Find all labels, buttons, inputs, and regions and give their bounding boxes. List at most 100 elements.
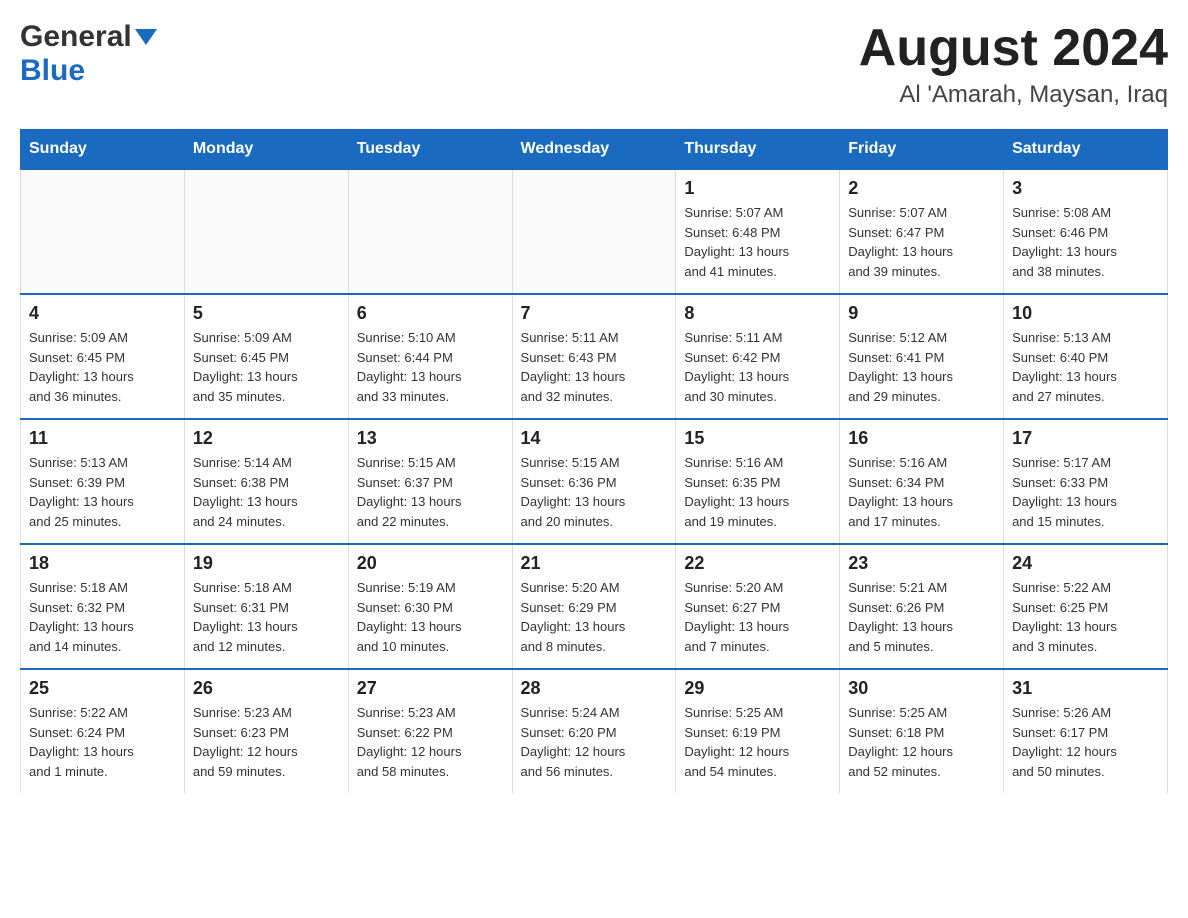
day-info: Sunrise: 5:07 AM Sunset: 6:48 PM Dayligh… — [684, 203, 831, 281]
day-number: 16 — [848, 428, 995, 449]
calendar-cell: 24Sunrise: 5:22 AM Sunset: 6:25 PM Dayli… — [1004, 544, 1168, 669]
day-of-week-sunday: Sunday — [21, 130, 185, 170]
calendar-cell: 20 Sunrise: 5:19 AM Sunset: 6:30 PM Dayli… — [348, 544, 512, 669]
day-number: 14 — [521, 428, 668, 449]
day-number: 13 — [357, 428, 504, 449]
day-info: Sunrise: 5:16 AM Sunset: 6:35 PM Dayligh… — [684, 453, 831, 531]
day-info: Sunrise: 5:09 AM Sunset: 6:45 PM Dayligh… — [29, 328, 176, 406]
day-number: 1 — [684, 178, 831, 199]
day-info: Sunrise: 5:23 AM Sunset: 6:23 PM Dayligh… — [193, 703, 340, 781]
day-number: 8 — [684, 303, 831, 324]
day-info: Sunrise: 5:09 AM Sunset: 6:45 PM Dayligh… — [193, 328, 340, 406]
day-number: 30 — [848, 678, 995, 699]
day-info: Sunrise: 5:12 AM Sunset: 6:41 PM Dayligh… — [848, 328, 995, 406]
calendar-cell — [184, 169, 348, 294]
day-info: Sunrise: 5:18 AM Sunset: 6:32 PM Dayligh… — [29, 578, 176, 656]
day-info: Sunrise: 5:11 AM Sunset: 6:43 PM Dayligh… — [521, 328, 668, 406]
calendar-cell: 5 Sunrise: 5:09 AM Sunset: 6:45 PM Daylig… — [184, 294, 348, 419]
calendar-cell: 18 Sunrise: 5:18 AM Sunset: 6:32 PM Dayli… — [21, 544, 185, 669]
calendar-cell: 14 Sunrise: 5:15 AM Sunset: 6:36 PM Dayli… — [512, 419, 676, 544]
day-info: Sunrise: 5:21 AM Sunset: 6:26 PM Dayligh… — [848, 578, 995, 656]
logo: General Blue — [20, 20, 157, 88]
day-of-week-tuesday: Tuesday — [348, 130, 512, 170]
day-number: 27 — [357, 678, 504, 699]
day-of-week-monday: Monday — [184, 130, 348, 170]
day-number: 20 — [357, 553, 504, 574]
day-info: Sunrise: 5:18 AM Sunset: 6:31 PM Dayligh… — [193, 578, 340, 656]
month-title: August 2024 — [859, 20, 1168, 77]
day-info: Sunrise: 5:23 AM Sunset: 6:22 PM Dayligh… — [357, 703, 504, 781]
calendar-cell: 19 Sunrise: 5:18 AM Sunset: 6:31 PM Dayli… — [184, 544, 348, 669]
calendar-cell: 30Sunrise: 5:25 AM Sunset: 6:18 PM Dayli… — [840, 669, 1004, 793]
day-info: Sunrise: 5:22 AM Sunset: 6:25 PM Dayligh… — [1012, 578, 1159, 656]
day-number: 22 — [684, 553, 831, 574]
day-number: 15 — [684, 428, 831, 449]
calendar-header: SundayMondayTuesdayWednesdayThursdayFrid… — [21, 130, 1168, 170]
calendar-cell: 12 Sunrise: 5:14 AM Sunset: 6:38 PM Dayli… — [184, 419, 348, 544]
calendar-cell: 11 Sunrise: 5:13 AM Sunset: 6:39 PM Dayli… — [21, 419, 185, 544]
week-row-2: 4Sunrise: 5:09 AM Sunset: 6:45 PM Daylig… — [21, 294, 1168, 419]
day-info: Sunrise: 5:15 AM Sunset: 6:37 PM Dayligh… — [357, 453, 504, 531]
day-number: 18 — [29, 553, 176, 574]
calendar-cell — [348, 169, 512, 294]
day-info: Sunrise: 5:07 AM Sunset: 6:47 PM Dayligh… — [848, 203, 995, 281]
day-of-week-thursday: Thursday — [676, 130, 840, 170]
day-number: 21 — [521, 553, 668, 574]
week-row-1: 1 Sunrise: 5:07 AM Sunset: 6:48 PM Daylig… — [21, 169, 1168, 294]
day-number: 6 — [357, 303, 504, 324]
day-of-week-wednesday: Wednesday — [512, 130, 676, 170]
day-number: 9 — [848, 303, 995, 324]
day-of-week-saturday: Saturday — [1004, 130, 1168, 170]
calendar-cell: 10Sunrise: 5:13 AM Sunset: 6:40 PM Dayli… — [1004, 294, 1168, 419]
calendar-cell: 7 Sunrise: 5:11 AM Sunset: 6:43 PM Daylig… — [512, 294, 676, 419]
day-number: 31 — [1012, 678, 1159, 699]
calendar-cell — [512, 169, 676, 294]
day-info: Sunrise: 5:16 AM Sunset: 6:34 PM Dayligh… — [848, 453, 995, 531]
title-section: August 2024 Al 'Amarah, Maysan, Iraq — [859, 20, 1168, 109]
day-info: Sunrise: 5:14 AM Sunset: 6:38 PM Dayligh… — [193, 453, 340, 531]
calendar-cell: 28 Sunrise: 5:24 AM Sunset: 6:20 PM Dayli… — [512, 669, 676, 793]
day-info: Sunrise: 5:10 AM Sunset: 6:44 PM Dayligh… — [357, 328, 504, 406]
week-row-5: 25 Sunrise: 5:22 AM Sunset: 6:24 PM Dayli… — [21, 669, 1168, 793]
day-number: 11 — [29, 428, 176, 449]
day-info: Sunrise: 5:13 AM Sunset: 6:39 PM Dayligh… — [29, 453, 176, 531]
calendar-cell: 16 Sunrise: 5:16 AM Sunset: 6:34 PM Dayli… — [840, 419, 1004, 544]
day-number: 2 — [848, 178, 995, 199]
day-info: Sunrise: 5:22 AM Sunset: 6:24 PM Dayligh… — [29, 703, 176, 781]
day-info: Sunrise: 5:19 AM Sunset: 6:30 PM Dayligh… — [357, 578, 504, 656]
calendar-cell: 6 Sunrise: 5:10 AM Sunset: 6:44 PM Daylig… — [348, 294, 512, 419]
day-info: Sunrise: 5:15 AM Sunset: 6:36 PM Dayligh… — [521, 453, 668, 531]
day-number: 28 — [521, 678, 668, 699]
calendar-cell: 8Sunrise: 5:11 AM Sunset: 6:42 PM Daylig… — [676, 294, 840, 419]
day-number: 3 — [1012, 178, 1159, 199]
calendar-cell: 25 Sunrise: 5:22 AM Sunset: 6:24 PM Dayli… — [21, 669, 185, 793]
calendar-cell: 31Sunrise: 5:26 AM Sunset: 6:17 PM Dayli… — [1004, 669, 1168, 793]
calendar-cell: 22Sunrise: 5:20 AM Sunset: 6:27 PM Dayli… — [676, 544, 840, 669]
location-title: Al 'Amarah, Maysan, Iraq — [859, 81, 1168, 109]
calendar-cell: 1 Sunrise: 5:07 AM Sunset: 6:48 PM Daylig… — [676, 169, 840, 294]
day-number: 26 — [193, 678, 340, 699]
week-row-3: 11 Sunrise: 5:13 AM Sunset: 6:39 PM Dayli… — [21, 419, 1168, 544]
calendar-cell: 2 Sunrise: 5:07 AM Sunset: 6:47 PM Daylig… — [840, 169, 1004, 294]
day-info: Sunrise: 5:24 AM Sunset: 6:20 PM Dayligh… — [521, 703, 668, 781]
week-row-4: 18 Sunrise: 5:18 AM Sunset: 6:32 PM Dayli… — [21, 544, 1168, 669]
calendar-body: 1 Sunrise: 5:07 AM Sunset: 6:48 PM Daylig… — [21, 169, 1168, 793]
calendar-cell: 15 Sunrise: 5:16 AM Sunset: 6:35 PM Dayli… — [676, 419, 840, 544]
day-number: 5 — [193, 303, 340, 324]
day-number: 12 — [193, 428, 340, 449]
day-number: 19 — [193, 553, 340, 574]
calendar-cell: 27 Sunrise: 5:23 AM Sunset: 6:22 PM Dayli… — [348, 669, 512, 793]
day-number: 7 — [521, 303, 668, 324]
day-of-week-friday: Friday — [840, 130, 1004, 170]
calendar-cell: 29Sunrise: 5:25 AM Sunset: 6:19 PM Dayli… — [676, 669, 840, 793]
day-number: 25 — [29, 678, 176, 699]
calendar-cell: 17 Sunrise: 5:17 AM Sunset: 6:33 PM Dayli… — [1004, 419, 1168, 544]
day-info: Sunrise: 5:25 AM Sunset: 6:19 PM Dayligh… — [684, 703, 831, 781]
logo-arrow-icon — [135, 29, 157, 45]
day-info: Sunrise: 5:20 AM Sunset: 6:29 PM Dayligh… — [521, 578, 668, 656]
calendar-cell — [21, 169, 185, 294]
day-number: 17 — [1012, 428, 1159, 449]
day-number: 10 — [1012, 303, 1159, 324]
day-info: Sunrise: 5:17 AM Sunset: 6:33 PM Dayligh… — [1012, 453, 1159, 531]
calendar-cell: 26 Sunrise: 5:23 AM Sunset: 6:23 PM Dayli… — [184, 669, 348, 793]
